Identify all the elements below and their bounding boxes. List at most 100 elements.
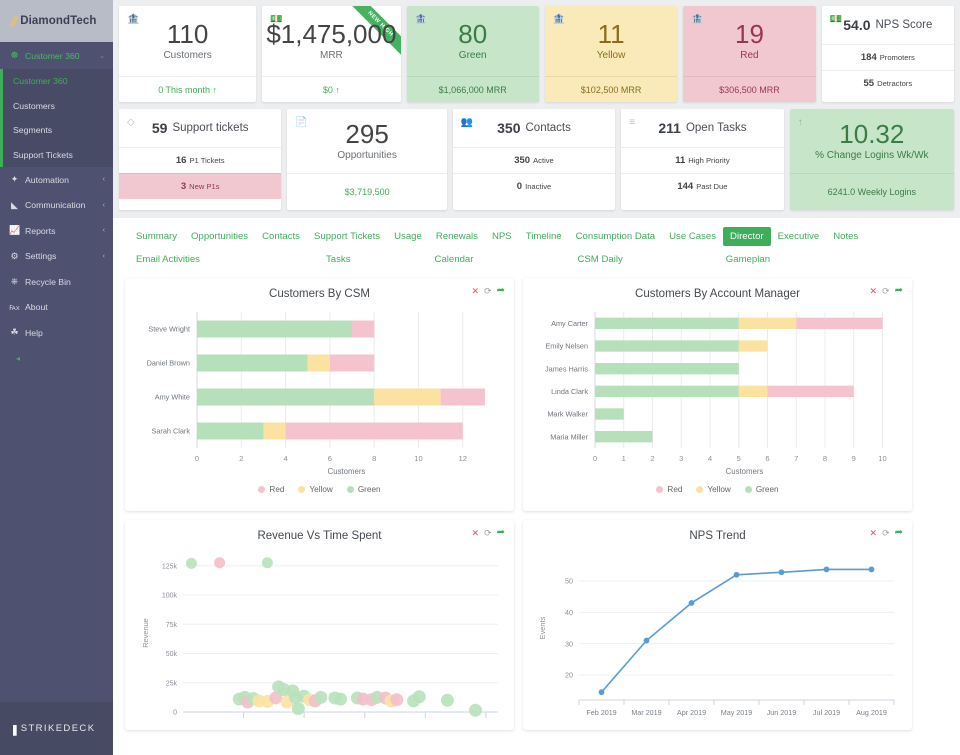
expand-icon[interactable]: ➦: [497, 528, 505, 538]
content-area: Summary Opportunities Contacts Support T…: [113, 218, 960, 755]
expand-icon[interactable]: ➦: [497, 286, 505, 296]
megaphone-icon: ◣: [11, 199, 18, 210]
tab-executive[interactable]: Executive: [771, 227, 827, 246]
kpi-card-yellow[interactable]: 🏦 11 Yellow $102,500 MRR: [544, 6, 678, 102]
sidebar-collapse-toggle[interactable]: ◂: [0, 354, 113, 363]
sidebar-item-customers[interactable]: Customers: [3, 94, 113, 119]
tab-tasks[interactable]: Tasks: [319, 251, 358, 268]
kpi-card-contacts[interactable]: 👥 350 Contacts 350 Active 0 Inactive: [452, 109, 616, 210]
main-content: 🏦 110 Customers 0 This month ↑ NEW HIGH …: [113, 0, 960, 755]
legend-label: Green: [357, 485, 381, 494]
kpi-card-opportunities[interactable]: 📄 295 Opportunities $3,719,500: [287, 109, 447, 210]
sidebar-item-segments[interactable]: Segments: [3, 118, 113, 143]
refresh-icon[interactable]: ⟳: [882, 528, 890, 538]
tab-timeline[interactable]: Timeline: [519, 227, 569, 246]
refresh-icon[interactable]: ⟳: [882, 286, 890, 296]
tab-support-tickets[interactable]: Support Tickets: [307, 227, 387, 246]
tab-gameplan[interactable]: Gameplan: [719, 251, 777, 268]
tab-director[interactable]: Director: [723, 227, 771, 246]
tab-csm-daily[interactable]: CSM Daily: [570, 251, 629, 268]
sidebar-item-customer-360[interactable]: Customer 360: [3, 69, 113, 94]
kpi-label: Contacts: [525, 122, 571, 134]
kpi-value: 110: [166, 19, 209, 50]
sidebar-group-customer-360[interactable]: ☸ Customer 360 ⌄: [0, 42, 113, 69]
close-icon[interactable]: ✕: [870, 286, 878, 296]
close-icon[interactable]: ✕: [472, 528, 480, 538]
kpi-footer: 6241.0 Weekly Logins: [789, 173, 955, 210]
refresh-icon[interactable]: ⟳: [484, 286, 492, 296]
sidebar-item-help[interactable]: ☘ Help: [0, 320, 113, 346]
kpi-label: Open Tasks: [685, 122, 747, 134]
chart-card-actions: ✕ ⟳ ➦: [870, 286, 903, 296]
kpi-row-past-due: 144 Past Due: [621, 173, 784, 199]
tab-summary[interactable]: Summary: [129, 227, 184, 246]
kpi-footer: $1,066,000 MRR: [406, 76, 539, 102]
chevron-left-icon: ‹: [102, 252, 105, 260]
tab-opportunities[interactable]: Opportunities: [184, 227, 255, 246]
svg-text:Revenue: Revenue: [141, 618, 150, 648]
svg-text:30: 30: [565, 639, 573, 648]
tab-calendar[interactable]: Calendar: [428, 251, 481, 268]
strikedeck-wordmark: STRIKEDECK: [20, 723, 96, 734]
kpi-zone: 🏦 110 Customers 0 This month ↑ NEW HIGH …: [113, 0, 960, 218]
sidebar-item-support-tickets[interactable]: Support Tickets: [3, 143, 113, 168]
tab-notes[interactable]: Notes: [826, 227, 865, 246]
tab-consumption-data[interactable]: Consumption Data: [569, 227, 662, 246]
kpi-body: 💵 $1,475,000 MRR: [262, 6, 400, 76]
svg-text:50: 50: [565, 577, 573, 586]
legend-red[interactable]: Red: [258, 485, 284, 494]
sidebar-item-communication[interactable]: ◣ Communication ‹: [0, 193, 113, 219]
sidebar-item-label: Settings: [25, 251, 57, 262]
tab-nps[interactable]: NPS: [485, 227, 519, 246]
sidebar-item-settings[interactable]: ⚙ Settings ‹: [0, 244, 113, 270]
svg-text:May 2019: May 2019: [721, 708, 753, 717]
app-root: // DiamondTech ☸ Customer 360 ⌄ Customer…: [0, 0, 960, 755]
kpi-card-red[interactable]: 🏦 19 Red $306,500 MRR: [683, 6, 816, 102]
sidebar-item-recycle-bin[interactable]: ⎈ Recycle Bin: [0, 269, 113, 295]
kpi-card-support-tickets[interactable]: ◇ 59 Support tickets 16 P1 Tickets 3 New…: [119, 109, 282, 210]
chevron-down-icon: ⌄: [99, 52, 105, 60]
kpi-card-mrr[interactable]: NEW HIGH 💵 $1,475,000 MRR $0 ↑: [262, 6, 401, 102]
sidebar-item-about[interactable]: ℻ About: [0, 295, 113, 321]
close-icon[interactable]: ✕: [870, 528, 878, 538]
kpi-label: Support tickets: [172, 122, 249, 134]
kpi-label: Customers: [163, 49, 212, 61]
legend-green[interactable]: Green: [346, 485, 381, 494]
kpi-card-open-tasks[interactable]: ≡ 211 Open Tasks 11 High Priority 144 Pa…: [621, 109, 784, 210]
sidebar-item-label: About: [25, 302, 48, 313]
kpi-card-green[interactable]: 🏦 80 Green $1,066,000 MRR: [406, 6, 539, 102]
sidebar-item-automation[interactable]: ✦ Automation ‹: [0, 167, 113, 193]
chart-title: Customers By Account Manager: [635, 288, 800, 300]
tab-renewals[interactable]: Renewals: [429, 227, 485, 246]
tab-contacts[interactable]: Contacts: [255, 227, 307, 246]
kpi-label: Opportunities: [337, 149, 397, 161]
legend-green[interactable]: Green: [744, 485, 779, 494]
svg-text:2: 2: [650, 454, 654, 463]
doc-icon: 📄: [295, 117, 308, 128]
active-label: Active: [533, 156, 554, 165]
kpi-label: Yellow: [596, 49, 626, 61]
sidebar-item-reports[interactable]: 📈 Reports ‹: [0, 218, 113, 244]
kpi-card-nps[interactable]: 💵 54.0 NPS Score 184 Promoters 55 Detrac…: [821, 6, 955, 102]
kpi-row-2: ◇ 59 Support tickets 16 P1 Tickets 3 New…: [119, 109, 955, 210]
refresh-icon[interactable]: ⟳: [484, 528, 492, 538]
tab-email-activities[interactable]: Email Activities: [129, 251, 207, 268]
kpi-card-logins[interactable]: ↑ 10.32 % Change Logins Wk/Wk 6241.0 Wee…: [789, 109, 955, 210]
sidebar-item-label: Help: [25, 327, 43, 338]
legend-yellow[interactable]: Yellow: [298, 485, 333, 494]
tab-usage[interactable]: Usage: [387, 227, 429, 246]
legend-red[interactable]: Red: [656, 485, 682, 494]
kpi-card-customers[interactable]: 🏦 110 Customers 0 This month ↑: [119, 6, 257, 102]
legend-yellow[interactable]: Yellow: [696, 485, 731, 494]
svg-text:3: 3: [679, 454, 683, 463]
svg-text:4: 4: [283, 454, 287, 463]
users-icon: ☸: [10, 50, 19, 60]
tab-use-cases[interactable]: Use Cases: [662, 227, 723, 246]
close-icon[interactable]: ✕: [472, 286, 480, 296]
brand-name: DiamondTech: [20, 15, 97, 27]
expand-icon[interactable]: ➦: [895, 528, 903, 538]
kpi-body: 🏦 19 Red: [683, 6, 815, 76]
expand-icon[interactable]: ➦: [895, 286, 903, 296]
tab-row-primary: Summary Opportunities Contacts Support T…: [113, 227, 960, 246]
